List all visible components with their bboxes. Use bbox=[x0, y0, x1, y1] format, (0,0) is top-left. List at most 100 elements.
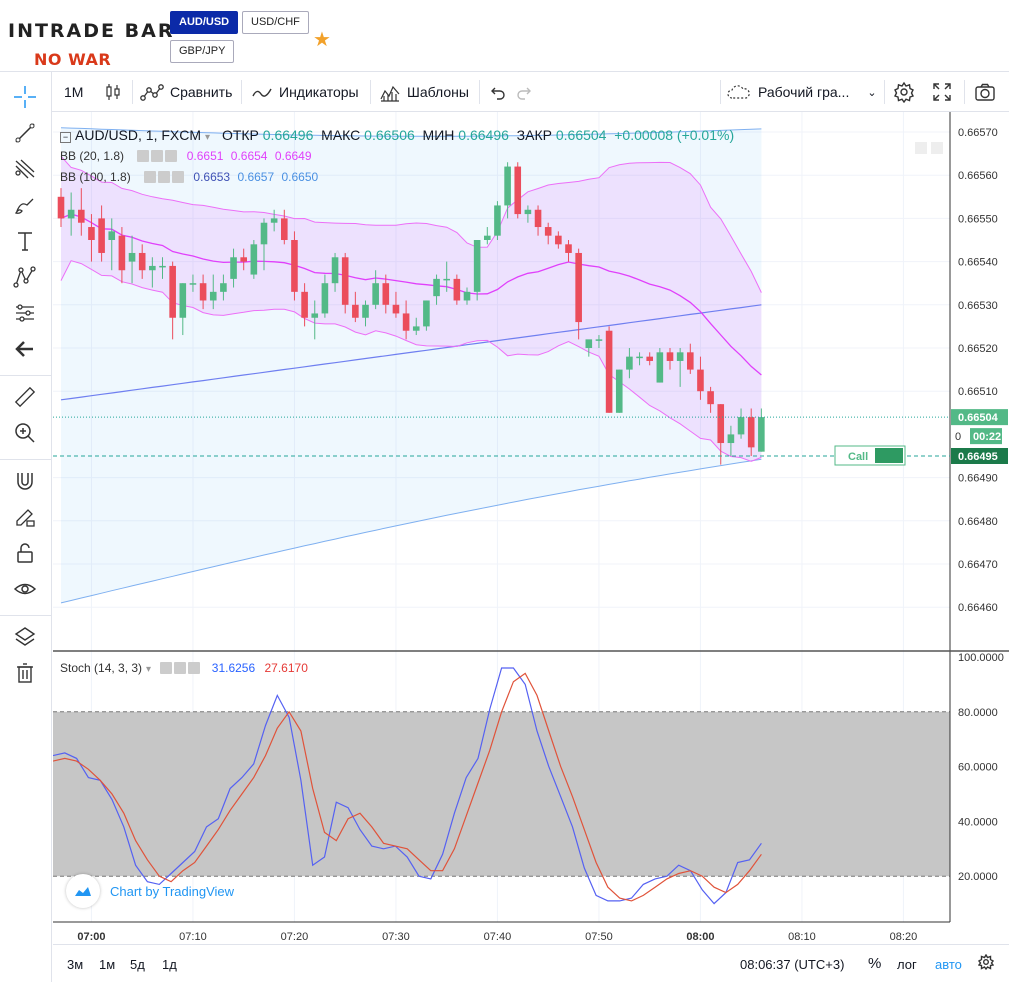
price-tick-label: 0.66570 bbox=[958, 127, 998, 139]
layout-dropdown[interactable]: Рабочий гра... ⌄ bbox=[726, 72, 877, 112]
layers-icon[interactable] bbox=[10, 622, 40, 652]
bb20-legend: BB (20, 1.8) 0.6651 0.6654 0.6649 bbox=[60, 149, 312, 163]
candle-body bbox=[331, 257, 339, 284]
pair-tab-audusd[interactable]: AUD/USD bbox=[170, 11, 239, 34]
candle-body bbox=[494, 205, 501, 236]
stoch-tick-label: 40.0000 bbox=[958, 816, 998, 828]
candles-icon[interactable] bbox=[104, 72, 128, 112]
eye-toggle-icon[interactable] bbox=[137, 150, 150, 162]
candle-body bbox=[747, 417, 755, 448]
undo-icon[interactable] bbox=[488, 72, 512, 112]
collapse-icon[interactable]: − bbox=[60, 132, 71, 143]
candle-body bbox=[737, 417, 745, 435]
pattern-icon[interactable] bbox=[10, 262, 40, 292]
auto-toggle[interactable]: авто bbox=[935, 957, 962, 972]
brush-icon[interactable] bbox=[10, 190, 40, 220]
templates-icon bbox=[380, 85, 400, 102]
log-toggle[interactable]: лог bbox=[897, 957, 917, 972]
time-tick-label: 08:10 bbox=[788, 931, 816, 943]
text-tool-icon[interactable] bbox=[10, 226, 40, 256]
magnet-icon[interactable] bbox=[10, 466, 40, 496]
eye-toggle-icon[interactable] bbox=[144, 171, 157, 183]
indicators-button[interactable]: Индикаторы bbox=[251, 72, 359, 112]
tradingview-watermark[interactable]: Chart by TradingView bbox=[66, 874, 234, 908]
pair-tab-usdchf[interactable]: USD/CHF bbox=[242, 11, 309, 34]
pitchfork-icon[interactable] bbox=[10, 154, 40, 184]
stoch-tick-label: 80.0000 bbox=[958, 707, 998, 719]
call-order-box[interactable]: Call bbox=[834, 445, 906, 466]
bb20-lower: 0.6649 bbox=[274, 149, 312, 163]
price-tick-label: 0.66520 bbox=[958, 343, 998, 355]
lock-drawing-icon[interactable] bbox=[10, 502, 40, 532]
templates-label: Шаблоны bbox=[407, 84, 469, 100]
favorite-star-icon[interactable]: ★ bbox=[313, 27, 331, 52]
fullscreen-icon[interactable] bbox=[932, 72, 958, 112]
stoch-k-value: 31.6256 bbox=[211, 661, 256, 675]
compare-button[interactable]: Сравнить bbox=[140, 72, 232, 112]
pair-tab-gbpjpy[interactable]: GBP/JPY bbox=[170, 40, 235, 63]
zoom-in-icon[interactable] bbox=[10, 418, 40, 448]
price-tick-label: 0.66530 bbox=[958, 300, 998, 312]
open-label: ОТКР bbox=[221, 127, 259, 143]
candle-body bbox=[605, 330, 613, 413]
cloud-icon bbox=[727, 85, 750, 99]
trend-line-icon[interactable] bbox=[10, 118, 40, 148]
stoch-d-value: 27.6170 bbox=[264, 661, 308, 675]
close-icon[interactable] bbox=[188, 662, 201, 674]
range-3m[interactable]: 3м bbox=[67, 957, 83, 972]
candle-body bbox=[240, 257, 247, 262]
eye-icon[interactable] bbox=[10, 574, 40, 604]
candle-body bbox=[321, 283, 329, 314]
crosshair-icon[interactable] bbox=[10, 82, 40, 112]
countdown-text: 00:22 bbox=[973, 431, 1001, 443]
gear-icon[interactable] bbox=[158, 171, 171, 183]
clock[interactable]: 08:06:37 (UTC+3) bbox=[740, 957, 844, 972]
gear-icon[interactable] bbox=[151, 150, 164, 162]
settings-gear-icon[interactable] bbox=[893, 72, 921, 112]
range-1d[interactable]: 1д bbox=[162, 957, 177, 972]
candle-body bbox=[57, 196, 65, 219]
candle-body bbox=[118, 235, 126, 271]
candle-body bbox=[98, 218, 105, 253]
candle-body bbox=[169, 265, 176, 318]
close-icon[interactable] bbox=[165, 150, 178, 162]
call-price-text: 0.66495 bbox=[958, 451, 998, 463]
stoch-label[interactable]: Stoch (14, 3, 3) bbox=[60, 661, 142, 675]
eye-toggle-icon[interactable] bbox=[160, 662, 173, 674]
brand-logo[interactable]: INTRADE BAR bbox=[8, 20, 174, 42]
unlock-icon[interactable] bbox=[10, 538, 40, 568]
bb100-label[interactable]: BB (100, 1.8) bbox=[60, 170, 131, 184]
prediction-icon[interactable] bbox=[10, 298, 40, 328]
chart-area[interactable]: 0.665700.665600.665500.665400.665300.665… bbox=[53, 112, 1009, 944]
candle-body bbox=[575, 252, 582, 323]
current-price-text: 0.66504 bbox=[958, 412, 999, 424]
symbol-title[interactable]: AUD/USD, 1, FXCM bbox=[75, 127, 201, 143]
range-5d[interactable]: 5д bbox=[130, 957, 145, 972]
tradingview-cloud-icon bbox=[66, 874, 100, 908]
stoch-tick-label: 60.0000 bbox=[958, 762, 998, 774]
bottom-toolbar: 3м 1м 5д 1д 08:06:37 (UTC+3) % лог авто bbox=[53, 944, 1009, 982]
range-1m[interactable]: 1м bbox=[99, 957, 115, 972]
bb20-basis: 0.6651 bbox=[186, 149, 224, 163]
chart-toolbar: 1M Сравнить Индикаторы Шаблоны Рабочий г… bbox=[52, 72, 1009, 112]
redo-icon[interactable] bbox=[516, 72, 540, 112]
ruler-icon[interactable] bbox=[10, 382, 40, 412]
interval-button[interactable]: 1M bbox=[64, 72, 83, 112]
camera-icon[interactable] bbox=[974, 72, 1002, 112]
percent-toggle[interactable]: % bbox=[868, 955, 881, 972]
close-icon[interactable] bbox=[172, 171, 185, 183]
candle-body bbox=[423, 300, 430, 327]
bb100-basis: 0.6653 bbox=[193, 170, 231, 184]
stoch-tick-label: 100.0000 bbox=[958, 652, 1004, 664]
gear-icon[interactable] bbox=[174, 662, 187, 674]
back-arrow-icon[interactable] bbox=[10, 334, 40, 364]
templates-button[interactable]: Шаблоны bbox=[379, 72, 469, 112]
trash-icon[interactable] bbox=[10, 658, 40, 688]
indicators-icon bbox=[252, 88, 272, 97]
candle-body bbox=[209, 291, 217, 301]
candle-body bbox=[220, 283, 227, 292]
brand-slogan: NO WAR bbox=[34, 50, 112, 69]
candle-body bbox=[544, 227, 552, 236]
bb20-label[interactable]: BB (20, 1.8) bbox=[60, 149, 124, 163]
scale-settings-gear-icon[interactable] bbox=[977, 953, 995, 973]
